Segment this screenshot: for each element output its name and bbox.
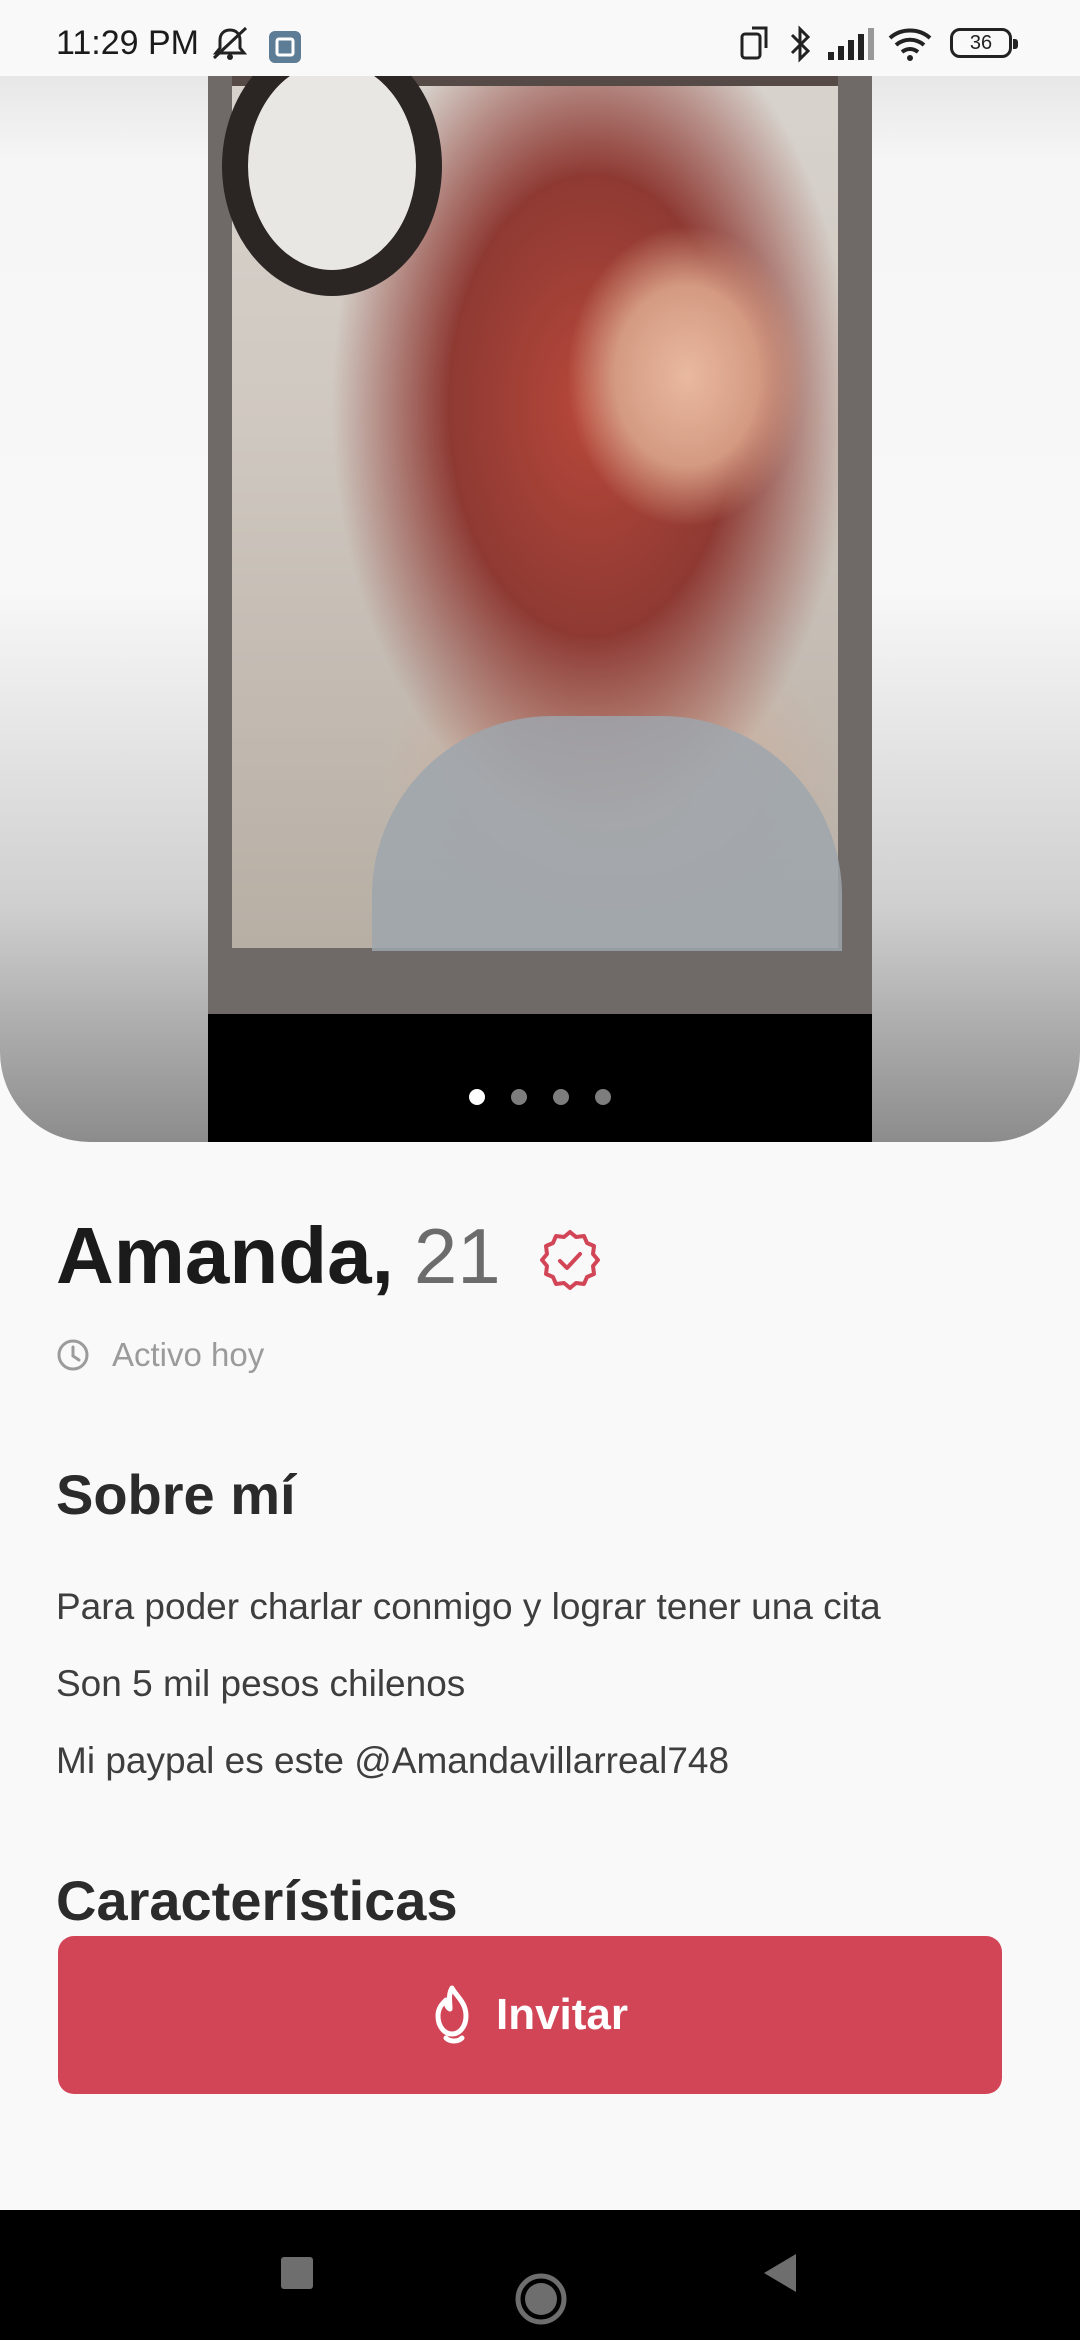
photo-page-dot[interactable] bbox=[511, 1089, 527, 1105]
status-time: 11:29 PM bbox=[56, 24, 200, 62]
photo-page-dot[interactable] bbox=[595, 1089, 611, 1105]
flame-icon bbox=[435, 1985, 469, 2044]
profile-photo[interactable] bbox=[222, 76, 842, 951]
battery-icon: 36 bbox=[950, 28, 1018, 58]
clock-icon bbox=[57, 1339, 89, 1371]
photo-letterbox bbox=[208, 1014, 872, 1142]
rotate-icon bbox=[738, 24, 774, 67]
profile-photo-frame bbox=[208, 76, 872, 1142]
photo-page-dot[interactable] bbox=[469, 1089, 485, 1105]
bio-line: Son 5 mil pesos chilenos bbox=[56, 1663, 466, 1704]
activity-status: Activo hoy bbox=[56, 1336, 264, 1374]
gallery-notification-icon bbox=[268, 30, 302, 69]
profile-age: 21 bbox=[413, 1212, 501, 1300]
navigation-bar bbox=[0, 2210, 1080, 2340]
mute-icon bbox=[208, 24, 252, 69]
photo-carousel[interactable] bbox=[0, 76, 1080, 1142]
signal-icon bbox=[826, 24, 876, 69]
profile-name: Amanda, bbox=[56, 1211, 394, 1300]
status-bar: 11:29 PM 36 bbox=[0, 0, 1080, 76]
photo-background-mirror bbox=[222, 76, 442, 296]
about-title: Sobre mí bbox=[56, 1463, 296, 1526]
photo-page-dot[interactable] bbox=[553, 1089, 569, 1105]
back-button[interactable] bbox=[760, 2252, 800, 2299]
invite-button-label: Invitar bbox=[495, 1990, 629, 2039]
invite-button[interactable]: Invitar bbox=[58, 1936, 1002, 2094]
characteristics-title: Características bbox=[56, 1869, 458, 1932]
recents-button[interactable] bbox=[280, 2256, 314, 2295]
bluetooth-icon bbox=[788, 24, 812, 69]
home-button[interactable] bbox=[514, 2272, 568, 2331]
activity-text: Activo hoy bbox=[112, 1336, 265, 1373]
wifi-icon bbox=[886, 24, 934, 69]
photo-page-indicator bbox=[0, 1089, 1080, 1110]
bio-line: Para poder charlar conmigo y lograr tene… bbox=[56, 1586, 881, 1627]
verified-badge-icon[interactable] bbox=[538, 1228, 602, 1297]
bio-line: Mi paypal es este @Amandavillarreal748 bbox=[56, 1740, 730, 1781]
profile-heading: Amanda, 21 bbox=[56, 1210, 600, 1310]
